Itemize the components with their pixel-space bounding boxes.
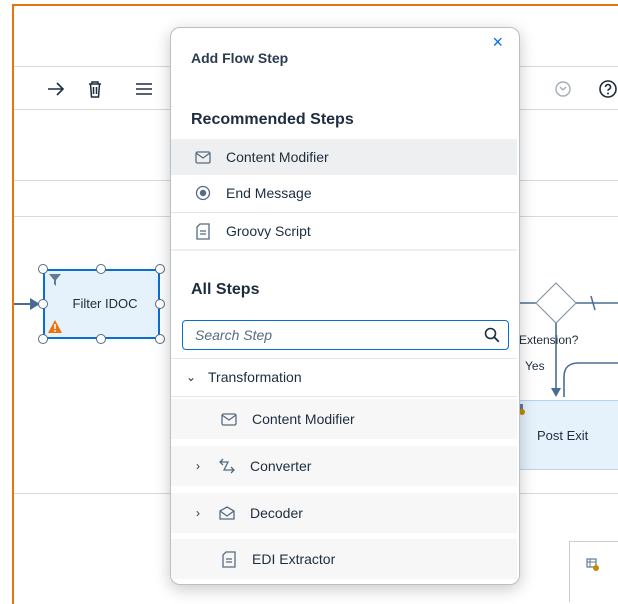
menu-icon[interactable] xyxy=(130,75,158,103)
gateway-label: Extension? xyxy=(519,333,579,347)
chevron-right-icon: › xyxy=(196,506,200,520)
resize-handle[interactable] xyxy=(38,264,48,274)
decoder-icon xyxy=(218,504,236,522)
tree-item-label: Decoder xyxy=(250,505,303,521)
post-exit-node[interactable]: Post Exit xyxy=(512,400,618,470)
add-flow-step-popover: Add Flow Step × Recommended Steps Conten… xyxy=(170,27,520,585)
resize-handle[interactable] xyxy=(155,299,165,309)
tree-item-label: EDI Extractor xyxy=(252,551,336,567)
script-icon xyxy=(220,550,238,568)
undo-icon[interactable] xyxy=(549,75,577,103)
tree-item-content-modifier[interactable]: Content Modifier xyxy=(171,399,517,439)
resize-handle[interactable] xyxy=(96,334,106,344)
help-icon[interactable] xyxy=(594,75,618,103)
recommended-item-label: Groovy Script xyxy=(226,223,311,239)
recommended-item-label: End Message xyxy=(226,185,312,201)
lane-box xyxy=(569,541,618,602)
chevron-down-icon: ⌄ xyxy=(186,370,197,384)
tree-item-converter[interactable]: › Converter xyxy=(171,446,517,486)
tree-item-edi-extractor[interactable]: EDI Extractor xyxy=(171,539,517,579)
resize-handle[interactable] xyxy=(38,334,48,344)
tree-item-decoder[interactable]: › Decoder xyxy=(171,493,517,533)
chevron-right-icon: › xyxy=(196,459,200,473)
resize-handle[interactable] xyxy=(96,264,106,274)
end-message-icon xyxy=(194,184,212,202)
tree-category-label: Transformation xyxy=(208,369,302,385)
envelope-icon xyxy=(194,148,212,166)
post-exit-label: Post Exit xyxy=(537,428,589,443)
resize-handle[interactable] xyxy=(38,299,48,309)
table-icon xyxy=(586,558,599,571)
tree-item-label: Content Modifier xyxy=(252,411,355,427)
recommended-item-groovy-script[interactable]: Groovy Script xyxy=(171,213,517,249)
arrow-right-icon[interactable] xyxy=(42,75,70,103)
close-icon[interactable]: × xyxy=(492,32,503,53)
filter-idoc-label: Filter IDOC xyxy=(72,296,138,311)
yes-label: Yes xyxy=(525,359,545,373)
filter-idoc-node[interactable]: Filter IDOC xyxy=(43,269,160,339)
search-step-field[interactable] xyxy=(182,320,509,350)
tree-item-label: Converter xyxy=(250,458,312,474)
envelope-icon xyxy=(220,410,238,428)
recommended-item-end-message[interactable]: End Message xyxy=(171,175,517,211)
tree-category-transformation[interactable]: ⌄ Transformation xyxy=(171,359,517,395)
resize-handle[interactable] xyxy=(155,334,165,344)
recommended-heading: Recommended Steps xyxy=(191,111,354,128)
delete-icon[interactable] xyxy=(81,75,109,103)
all-steps-heading: All Steps xyxy=(191,281,260,298)
filter-icon xyxy=(49,274,61,286)
search-icon[interactable] xyxy=(484,327,500,343)
script-icon xyxy=(194,222,212,240)
converter-icon xyxy=(218,457,236,475)
search-input[interactable] xyxy=(193,326,467,344)
recommended-item-content-modifier[interactable]: Content Modifier xyxy=(171,139,517,175)
warning-icon xyxy=(48,320,62,333)
popover-title: Add Flow Step xyxy=(191,50,289,66)
recommended-item-label: Content Modifier xyxy=(226,149,329,165)
resize-handle[interactable] xyxy=(155,264,165,274)
